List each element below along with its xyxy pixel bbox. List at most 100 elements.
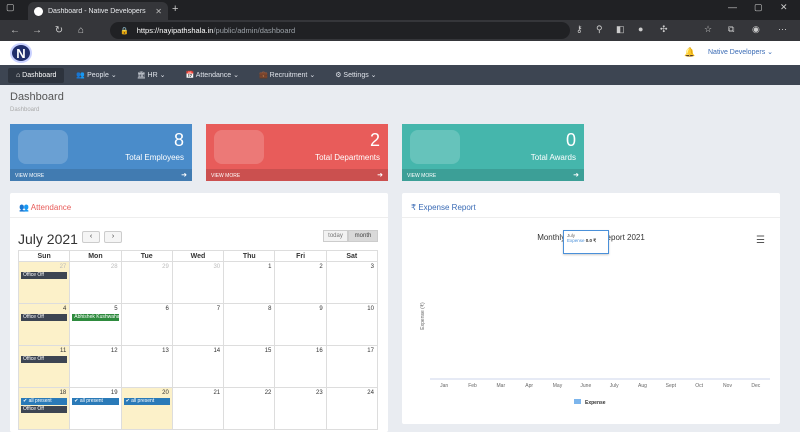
calendar-day[interactable]: 11 Office Off bbox=[19, 346, 71, 387]
forward-icon[interactable]: → bbox=[26, 25, 48, 36]
browser-tab[interactable]: Dashboard - Native Developers ✕ bbox=[28, 2, 168, 20]
calendar-day[interactable]: 8 bbox=[224, 304, 276, 345]
calendar-day[interactable]: 14 bbox=[173, 346, 225, 387]
new-tab-icon[interactable]: + bbox=[172, 3, 178, 15]
bell-icon[interactable]: 🔔 bbox=[684, 47, 695, 58]
calendar-day[interactable]: 27 Office Off bbox=[19, 262, 71, 303]
view-more-link[interactable]: VIEW MORE ➜ bbox=[10, 169, 192, 181]
tab-close-icon[interactable]: ✕ bbox=[155, 7, 162, 16]
calendar-event[interactable]: Abhishek Kushwaha bbox=[72, 314, 119, 321]
calendar-day-number: 7 bbox=[216, 306, 221, 312]
calendar-day-number: 15 bbox=[264, 348, 272, 354]
favorites-icon[interactable]: ☆ bbox=[704, 24, 712, 35]
calendar-day[interactable]: 23 bbox=[275, 388, 327, 429]
calendar-day[interactable]: 28 bbox=[70, 262, 122, 303]
divider bbox=[402, 217, 780, 218]
collections-icon[interactable]: ⧉ bbox=[728, 24, 734, 35]
lock-icon: 🔒 bbox=[120, 27, 129, 35]
calendar-day-header: Tue bbox=[122, 251, 173, 261]
stat-value: 8 bbox=[173, 130, 184, 150]
menu-attendance[interactable]: 📅 Attendance ⌄ bbox=[177, 67, 247, 83]
calendar-day[interactable]: 21 bbox=[173, 388, 225, 429]
calendar-day[interactable]: 2 bbox=[275, 262, 327, 303]
view-more-label: VIEW MORE bbox=[407, 173, 437, 179]
home-icon[interactable]: ⌂ bbox=[70, 25, 92, 36]
calendar-prev-button[interactable]: ‹ bbox=[82, 231, 100, 243]
calendar-event[interactable]: Office Off bbox=[21, 356, 68, 363]
address-bar[interactable]: 🔒 https://nayipathshala.in /public/admin… bbox=[110, 22, 570, 39]
calendar-day[interactable]: 3 bbox=[327, 262, 377, 303]
view-more-link[interactable]: VIEW MORE ➜ bbox=[402, 169, 584, 181]
calendar-day[interactable]: 20 ✔ all present bbox=[121, 388, 173, 429]
calendar-week: 11 Office Off 12 13 14 15 16 17 bbox=[18, 346, 378, 388]
calendar-grid: Sun Mon Tue Wed Thu Fri Sat 27 Office Off 28 29 30… bbox=[18, 250, 378, 430]
calendar-day[interactable]: 10 bbox=[327, 304, 377, 345]
puzzle-icon[interactable]: ✣ bbox=[660, 24, 668, 35]
calendar-day-number: 13 bbox=[162, 348, 169, 354]
calendar-day[interactable]: 29 bbox=[122, 262, 173, 303]
calendar-event[interactable]: ✔ all present bbox=[123, 398, 170, 405]
calendar-day[interactable]: 9 bbox=[275, 304, 327, 345]
calendar-day-number: 14 bbox=[213, 348, 221, 354]
calendar-day[interactable]: 13 bbox=[122, 346, 173, 387]
calendar-day[interactable]: 7 bbox=[173, 304, 225, 345]
calendar-week: 4 Office Off 5 Abhishek Kushwaha 6 7 8 9 10 bbox=[18, 304, 378, 346]
tooltip-value: 0.0 ₹ bbox=[585, 238, 597, 243]
view-more-link[interactable]: VIEW MORE ➜ bbox=[206, 169, 388, 181]
stat-label: Total Awards bbox=[530, 153, 576, 162]
key-icon[interactable]: ⚷ bbox=[576, 24, 583, 35]
calendar-day[interactable]: 12 bbox=[70, 346, 122, 387]
user-menu[interactable]: Native Developers ⌄ bbox=[708, 48, 773, 56]
calendar-event[interactable]: ✔ all present bbox=[21, 398, 68, 405]
chart-menu-icon[interactable]: ☰ bbox=[756, 235, 765, 246]
calendar-day-header: Mon bbox=[70, 251, 122, 261]
more-icon[interactable]: ⋯ bbox=[778, 24, 787, 35]
calendar-day[interactable]: 5 Abhishek Kushwaha bbox=[70, 304, 122, 345]
browser-menu-icon[interactable]: ▢ bbox=[6, 2, 15, 13]
calendar-event[interactable]: Office Off bbox=[21, 314, 68, 321]
calendar-day-number: 29 bbox=[162, 264, 169, 270]
calendar-day-number: 18 bbox=[59, 390, 67, 396]
calendar-week: 18 ✔ all present Office Off 19 ✔ all present… bbox=[18, 388, 378, 430]
calendar-day-number: 19 bbox=[110, 390, 118, 396]
menu-dashboard[interactable]: ⌂ Dashboard bbox=[8, 67, 65, 83]
calendar-today-button[interactable]: today bbox=[323, 230, 348, 242]
calendar-day[interactable]: 17 bbox=[327, 346, 377, 387]
grammarly-icon[interactable]: ● bbox=[638, 24, 643, 34]
arrow-right-icon: ➜ bbox=[573, 172, 579, 179]
menu-settings[interactable]: ⚙ Settings ⌄ bbox=[327, 67, 384, 83]
calendar-event[interactable]: Office Off bbox=[21, 406, 68, 413]
calendar-day[interactable]: 22 bbox=[224, 388, 276, 429]
calendar-event[interactable]: Office Off bbox=[21, 272, 68, 279]
calendar-day[interactable]: 19 ✔ all present bbox=[70, 388, 122, 429]
zoom-icon[interactable]: ⚲ bbox=[596, 24, 603, 35]
maximize-icon[interactable]: ▢ bbox=[754, 2, 763, 13]
calendar-day[interactable]: 16 bbox=[275, 346, 327, 387]
calendar-day-number: 5 bbox=[114, 306, 118, 312]
calendar-day[interactable]: 24 bbox=[327, 388, 377, 429]
reload-icon[interactable]: ↻ bbox=[48, 25, 70, 36]
menu-people[interactable]: 👥 People ⌄ bbox=[68, 67, 124, 83]
menu-recruitment[interactable]: 💼 Recruitment ⌄ bbox=[251, 67, 323, 83]
app-logo[interactable]: N bbox=[10, 43, 32, 63]
extension-icon[interactable]: ◧ bbox=[616, 24, 625, 35]
calendar-day[interactable]: 30 bbox=[173, 262, 225, 303]
calendar-day-number: 24 bbox=[367, 390, 374, 396]
profile-icon[interactable]: ◉ bbox=[752, 24, 760, 35]
stat-value: 0 bbox=[565, 130, 576, 150]
calendar-month-button[interactable]: month bbox=[348, 230, 378, 242]
calendar-day[interactable]: 4 Office Off bbox=[19, 304, 71, 345]
calendar-day-number: 1 bbox=[268, 264, 272, 270]
calendar-day[interactable]: 18 ✔ all present Office Off bbox=[19, 388, 71, 429]
minimize-icon[interactable]: — bbox=[728, 2, 737, 12]
calendar-day[interactable]: 15 bbox=[224, 346, 276, 387]
back-icon[interactable]: ← bbox=[4, 25, 26, 36]
calendar-day[interactable]: 6 bbox=[122, 304, 173, 345]
close-window-icon[interactable]: ✕ bbox=[780, 2, 788, 13]
calendar-day[interactable]: 1 bbox=[224, 262, 276, 303]
calendar-next-button[interactable]: › bbox=[104, 231, 122, 243]
calendar-event[interactable]: ✔ all present bbox=[72, 398, 119, 405]
calendar-day-number: 22 bbox=[264, 390, 272, 396]
stat-card-awards: 0 Total Awards VIEW MORE ➜ bbox=[402, 124, 584, 181]
menu-hr[interactable]: 🏛 HR ⌄ bbox=[129, 67, 174, 83]
